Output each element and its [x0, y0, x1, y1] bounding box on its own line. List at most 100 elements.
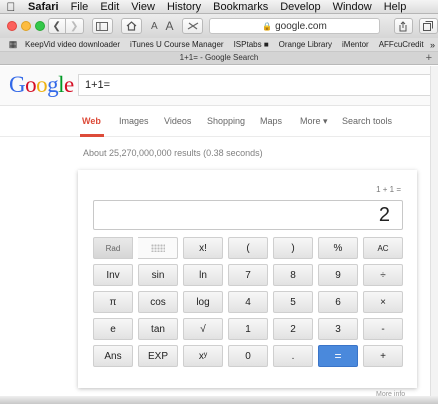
tab-more[interactable]: More ▾ [300, 116, 328, 127]
menu-view[interactable]: View [125, 1, 161, 13]
search-input[interactable]: 1+1= [78, 74, 438, 96]
decimal-key[interactable]: . [273, 345, 313, 367]
bookmarks-bar: ▦ KeepVid video downloader iTunes U Cour… [0, 38, 438, 52]
page-scrollbar[interactable] [430, 66, 438, 404]
ln-key[interactable]: ln [183, 264, 223, 286]
pi-key[interactable]: π [93, 291, 133, 313]
sidebar-button[interactable] [91, 18, 113, 34]
rad-key[interactable]: Rad [93, 237, 133, 259]
browser-toolbar: ❮ ❯ A A 🔒 google.com [0, 14, 438, 38]
all-clear-key[interactable]: AC [363, 237, 403, 259]
deg-toggle-icon [150, 244, 165, 252]
menu-window[interactable]: Window [327, 1, 378, 13]
window-bottom-edge [0, 396, 438, 404]
home-icon [126, 21, 137, 31]
results-stats: About 25,270,000,000 results (0.38 secon… [83, 148, 263, 158]
digit-8-key[interactable]: 8 [273, 264, 313, 286]
exp-key[interactable]: EXP [138, 345, 178, 367]
cos-key[interactable]: cos [138, 291, 178, 313]
home-button[interactable] [120, 18, 142, 34]
chevron-left-icon: ❮ [52, 20, 61, 32]
digit-4-key[interactable]: 4 [228, 291, 268, 313]
calculator-expression: 1 + 1 = [376, 185, 401, 194]
bookmark-isptabs[interactable]: ISPtabs ■ [229, 40, 274, 49]
log-key[interactable]: log [183, 291, 223, 313]
deg-key[interactable] [138, 237, 178, 259]
zoom-window-button[interactable] [35, 21, 45, 31]
digit-5-key[interactable]: 5 [273, 291, 313, 313]
chevron-right-icon: ❯ [70, 20, 79, 32]
tab-search-tools[interactable]: Search tools [342, 116, 392, 126]
active-tab-underline [80, 134, 104, 137]
digit-0-key[interactable]: 0 [228, 345, 268, 367]
inverse-key[interactable]: Inv [93, 264, 133, 286]
menu-develop[interactable]: Develop [274, 1, 326, 13]
percent-key[interactable]: % [318, 237, 358, 259]
google-logo[interactable]: Google [9, 72, 74, 98]
factorial-key[interactable]: x! [183, 237, 223, 259]
logo-letter: g [47, 72, 59, 97]
tab-maps[interactable]: Maps [260, 116, 282, 126]
menu-file[interactable]: File [65, 1, 95, 13]
menu-help[interactable]: Help [378, 1, 413, 13]
search-nav: Web Images Videos Shopping Maps More ▾ S… [0, 107, 438, 137]
digit-9-key[interactable]: 9 [318, 264, 358, 286]
share-button[interactable] [393, 18, 413, 34]
bookmarks-overflow-icon[interactable]: » [430, 40, 438, 50]
tab-shopping[interactable]: Shopping [207, 116, 245, 126]
logo-letter: o [36, 72, 48, 97]
text-bigger-button[interactable]: A [163, 18, 176, 34]
menu-edit[interactable]: Edit [94, 1, 125, 13]
digit-1-key[interactable]: 1 [228, 318, 268, 340]
share-icon [399, 20, 407, 31]
sidebar-icon [96, 21, 109, 31]
digit-7-key[interactable]: 7 [228, 264, 268, 286]
close-window-button[interactable] [7, 21, 17, 31]
power-key[interactable]: xʸ [183, 345, 223, 367]
calculator-display: 2 [93, 200, 403, 230]
minimize-window-button[interactable] [21, 21, 31, 31]
tab-videos[interactable]: Videos [164, 116, 191, 126]
equals-key[interactable]: = [318, 345, 358, 367]
e-key[interactable]: e [93, 318, 133, 340]
digit-2-key[interactable]: 2 [273, 318, 313, 340]
address-bar[interactable]: 🔒 google.com [209, 18, 380, 34]
logo-letter: o [25, 72, 37, 97]
back-button[interactable]: ❮ [47, 18, 66, 34]
close-paren-key[interactable]: ) [273, 237, 313, 259]
sqrt-key[interactable]: √ [183, 318, 223, 340]
open-paren-key[interactable]: ( [228, 237, 268, 259]
text-smaller-button[interactable]: A [148, 18, 161, 34]
answer-key[interactable]: Ans [93, 345, 133, 367]
tabs-overview-button[interactable] [418, 18, 438, 34]
history-nav: ❮ ❯ [47, 18, 84, 34]
tab-title[interactable]: 1+1= - Google Search [180, 53, 259, 62]
menu-history[interactable]: History [161, 1, 207, 13]
window-controls [0, 21, 48, 31]
sin-key[interactable]: sin [138, 264, 178, 286]
tan-key[interactable]: tan [138, 318, 178, 340]
lock-icon: 🔒 [262, 21, 273, 31]
multiply-key[interactable]: × [363, 291, 403, 313]
menu-app-safari[interactable]: Safari [22, 1, 65, 13]
minus-key[interactable]: - [363, 318, 403, 340]
menu-bookmarks[interactable]: Bookmarks [207, 1, 274, 13]
new-tab-icon[interactable]: + [426, 52, 432, 64]
digit-3-key[interactable]: 3 [318, 318, 358, 340]
bookmark-itunes-u[interactable]: iTunes U Course Manager [125, 40, 229, 49]
digit-6-key[interactable]: 6 [318, 291, 358, 313]
grid-icon[interactable]: ▦ [6, 39, 20, 50]
plus-key[interactable]: + [363, 345, 403, 367]
tab-web[interactable]: Web [82, 116, 101, 126]
apple-icon[interactable]:  [0, 0, 22, 14]
bookmark-keepvid[interactable]: KeepVid video downloader [20, 40, 125, 49]
menu-bar:  Safari File Edit View History Bookmark… [0, 0, 438, 14]
extension-button[interactable] [182, 18, 204, 34]
address-bar-url: google.com [275, 20, 327, 32]
divide-key[interactable]: ÷ [363, 264, 403, 286]
forward-button[interactable]: ❯ [65, 18, 84, 34]
bookmark-imentor[interactable]: iMentor [337, 40, 374, 49]
bookmark-orange-library[interactable]: Orange Library [274, 40, 337, 49]
tab-images[interactable]: Images [119, 116, 149, 126]
bookmark-affcucredit[interactable]: AFFcuCredit [374, 40, 429, 49]
